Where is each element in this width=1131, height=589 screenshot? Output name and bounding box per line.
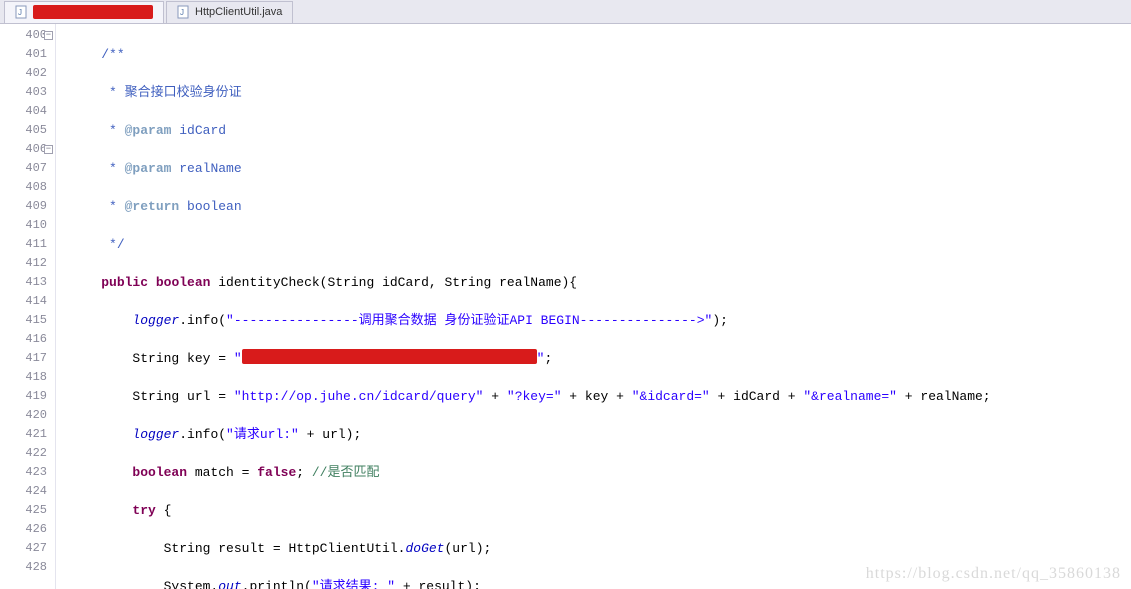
code-token: .println( xyxy=(242,579,312,589)
line-number: 425 xyxy=(0,501,47,520)
line-number: 415 xyxy=(0,311,47,330)
line-number: 412 xyxy=(0,254,47,273)
code-token: " xyxy=(234,351,242,366)
code-token: realName xyxy=(171,161,241,176)
fold-icon[interactable]: − xyxy=(44,145,53,154)
code-token: ; xyxy=(544,351,552,366)
svg-text:J: J xyxy=(180,8,184,17)
line-number: 411 xyxy=(0,235,47,254)
tab-httpclientutil[interactable]: J HttpClientUtil.java xyxy=(166,1,293,23)
code-token: @param xyxy=(125,161,172,176)
code-token: out xyxy=(218,579,241,589)
code-token: boolean xyxy=(179,199,241,214)
line-number: 422 xyxy=(0,444,47,463)
line-number: 423 xyxy=(0,463,47,482)
code-token: match = xyxy=(187,465,257,480)
line-number: 406− xyxy=(0,140,47,159)
code-token: idCard xyxy=(171,123,226,138)
code-token: logger xyxy=(132,313,179,328)
code-token: + url); xyxy=(299,427,361,442)
fold-icon[interactable]: − xyxy=(44,31,53,40)
tab-redacted[interactable]: J xyxy=(4,1,164,23)
watermark-text: https://blog.csdn.net/qq_35860138 xyxy=(866,565,1121,583)
code-token: @param xyxy=(125,123,172,138)
code-token: + idCard + xyxy=(710,389,804,404)
code-token: + result); xyxy=(395,579,481,589)
line-number: 427 xyxy=(0,539,47,558)
code-token: .info( xyxy=(179,313,226,328)
line-number-gutter: 400− 401 402 403 404 405 406− 407 408 40… xyxy=(0,24,56,589)
code-token: //是否匹配 xyxy=(312,465,380,480)
line-number: 421 xyxy=(0,425,47,444)
code-token: "&realname=" xyxy=(803,389,897,404)
line-number: 424 xyxy=(0,482,47,501)
line-number: 420 xyxy=(0,406,47,425)
code-token: */ xyxy=(101,237,124,252)
code-token: identityCheck(String idCard, String real… xyxy=(210,275,577,290)
line-number: 403 xyxy=(0,83,47,102)
line-number: 405 xyxy=(0,121,47,140)
code-token: String key = xyxy=(132,351,233,366)
java-file-icon: J xyxy=(177,5,191,19)
code-token: doGet xyxy=(405,541,444,556)
code-token: .info( xyxy=(179,427,226,442)
code-token: boolean xyxy=(132,465,187,480)
code-token: "http://op.juhe.cn/idcard/query" xyxy=(234,389,484,404)
code-token: String url = xyxy=(132,389,233,404)
line-number: 414 xyxy=(0,292,47,311)
line-number: 401 xyxy=(0,45,47,64)
code-token: "&idcard=" xyxy=(632,389,710,404)
code-token: boolean xyxy=(156,275,211,290)
java-file-icon: J xyxy=(15,5,29,19)
line-number: 413 xyxy=(0,273,47,292)
code-token: "请求url:" xyxy=(226,427,299,442)
code-token: "请求结果: " xyxy=(312,579,395,589)
line-number: 407 xyxy=(0,159,47,178)
code-area[interactable]: /** * 聚合接口校验身份证 * @param idCard * @param… xyxy=(56,24,1131,589)
code-token: + key + xyxy=(562,389,632,404)
code-token: /** xyxy=(101,47,124,62)
code-token: @return xyxy=(125,199,180,214)
tab-label: HttpClientUtil.java xyxy=(195,6,282,18)
code-token: ; xyxy=(296,465,312,480)
line-number: 428 xyxy=(0,558,47,577)
line-number: 410 xyxy=(0,216,47,235)
code-token: String result = HttpClientUtil. xyxy=(164,541,406,556)
code-token: logger xyxy=(132,427,179,442)
line-number: 418 xyxy=(0,368,47,387)
code-token: false xyxy=(257,465,296,480)
redacted-block xyxy=(242,349,537,364)
code-token: (url); xyxy=(444,541,491,556)
line-number: 400− xyxy=(0,26,47,45)
line-number: 404 xyxy=(0,102,47,121)
code-token: + xyxy=(483,389,506,404)
redacted-block xyxy=(33,5,153,19)
code-token: System. xyxy=(164,579,219,589)
editor-tab-bar: J J HttpClientUtil.java xyxy=(0,0,1131,24)
code-editor: 400− 401 402 403 404 405 406− 407 408 40… xyxy=(0,24,1131,589)
line-number: 408 xyxy=(0,178,47,197)
code-token: try xyxy=(132,503,155,518)
line-number: 417 xyxy=(0,349,47,368)
code-token: "?key=" xyxy=(507,389,562,404)
code-token: + realName; xyxy=(897,389,991,404)
svg-text:J: J xyxy=(18,8,22,17)
line-number: 426 xyxy=(0,520,47,539)
line-number: 419 xyxy=(0,387,47,406)
code-token: public xyxy=(101,275,148,290)
code-token: { xyxy=(156,503,172,518)
line-number: 416 xyxy=(0,330,47,349)
line-number: 402 xyxy=(0,64,47,83)
code-token: * 聚合接口校验身份证 xyxy=(101,85,241,100)
line-number: 409 xyxy=(0,197,47,216)
code-token: ); xyxy=(712,313,728,328)
code-token: "----------------调用聚合数据 身份证验证API BEGIN--… xyxy=(226,313,712,328)
